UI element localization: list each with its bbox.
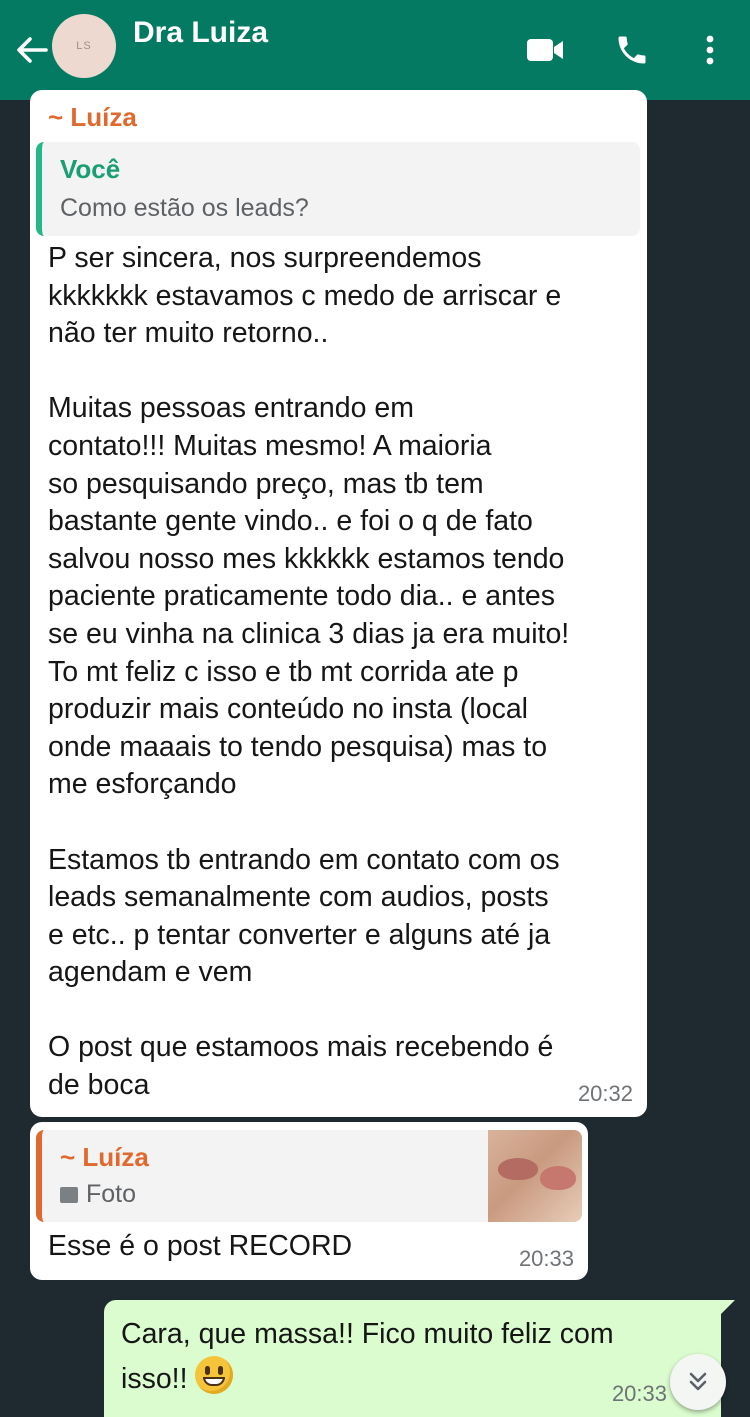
quoted-message[interactable]: ~ Luíza Foto xyxy=(36,1130,582,1222)
message-sender: ~ Luíza xyxy=(48,102,137,132)
quoted-text: Foto xyxy=(86,1180,137,1208)
photo-icon xyxy=(60,1186,78,1203)
scroll-to-bottom-button[interactable] xyxy=(670,1354,726,1410)
quoted-message[interactable]: Você Como estão os leads? xyxy=(36,142,640,236)
message-time: 20:32 xyxy=(577,1081,633,1106)
contact-name[interactable]: Dra Luiza xyxy=(133,16,268,50)
avatar-initials: LS xyxy=(76,40,92,52)
quoted-sender: ~ Luíza xyxy=(60,1142,149,1172)
quoted-photo-label: Foto xyxy=(60,1180,136,1209)
video-call-icon[interactable] xyxy=(523,30,567,70)
message-text: Esse é o post RECORD xyxy=(48,1230,353,1262)
back-arrow-icon[interactable] xyxy=(10,28,54,72)
message-text: P ser sincera, nos surpreendemos kkkkkkk… xyxy=(48,242,570,1102)
photo-thumbnail[interactable] xyxy=(488,1130,582,1222)
more-vert-icon[interactable] xyxy=(688,30,732,70)
quoted-sender: Você xyxy=(60,154,121,184)
double-chevron-down-icon xyxy=(689,1372,707,1391)
message-time: 20:33 xyxy=(611,1381,667,1406)
outgoing-message[interactable]: Cara, que massa!! Fico muito feliz com i… xyxy=(104,1300,735,1417)
chat-header: LS Dra Luiza xyxy=(0,0,750,100)
incoming-message[interactable]: ~ Luíza Foto Esse é o post RECORD 20:33 xyxy=(30,1122,588,1280)
avatar[interactable]: LS xyxy=(52,14,116,78)
incoming-message[interactable]: ~ Luíza Você Como estão os leads? P ser … xyxy=(30,90,647,1117)
bubble-tail xyxy=(719,1300,735,1316)
grinning-face-emoji-icon xyxy=(195,1356,234,1394)
phone-icon[interactable] xyxy=(610,30,654,70)
message-text: Cara, que massa!! Fico muito feliz com i… xyxy=(121,1318,614,1395)
quoted-text: Como estão os leads? xyxy=(60,194,309,222)
message-time: 20:33 xyxy=(518,1246,574,1271)
message-text-block: Cara, que massa!! Fico muito feliz com i… xyxy=(121,1312,681,1401)
